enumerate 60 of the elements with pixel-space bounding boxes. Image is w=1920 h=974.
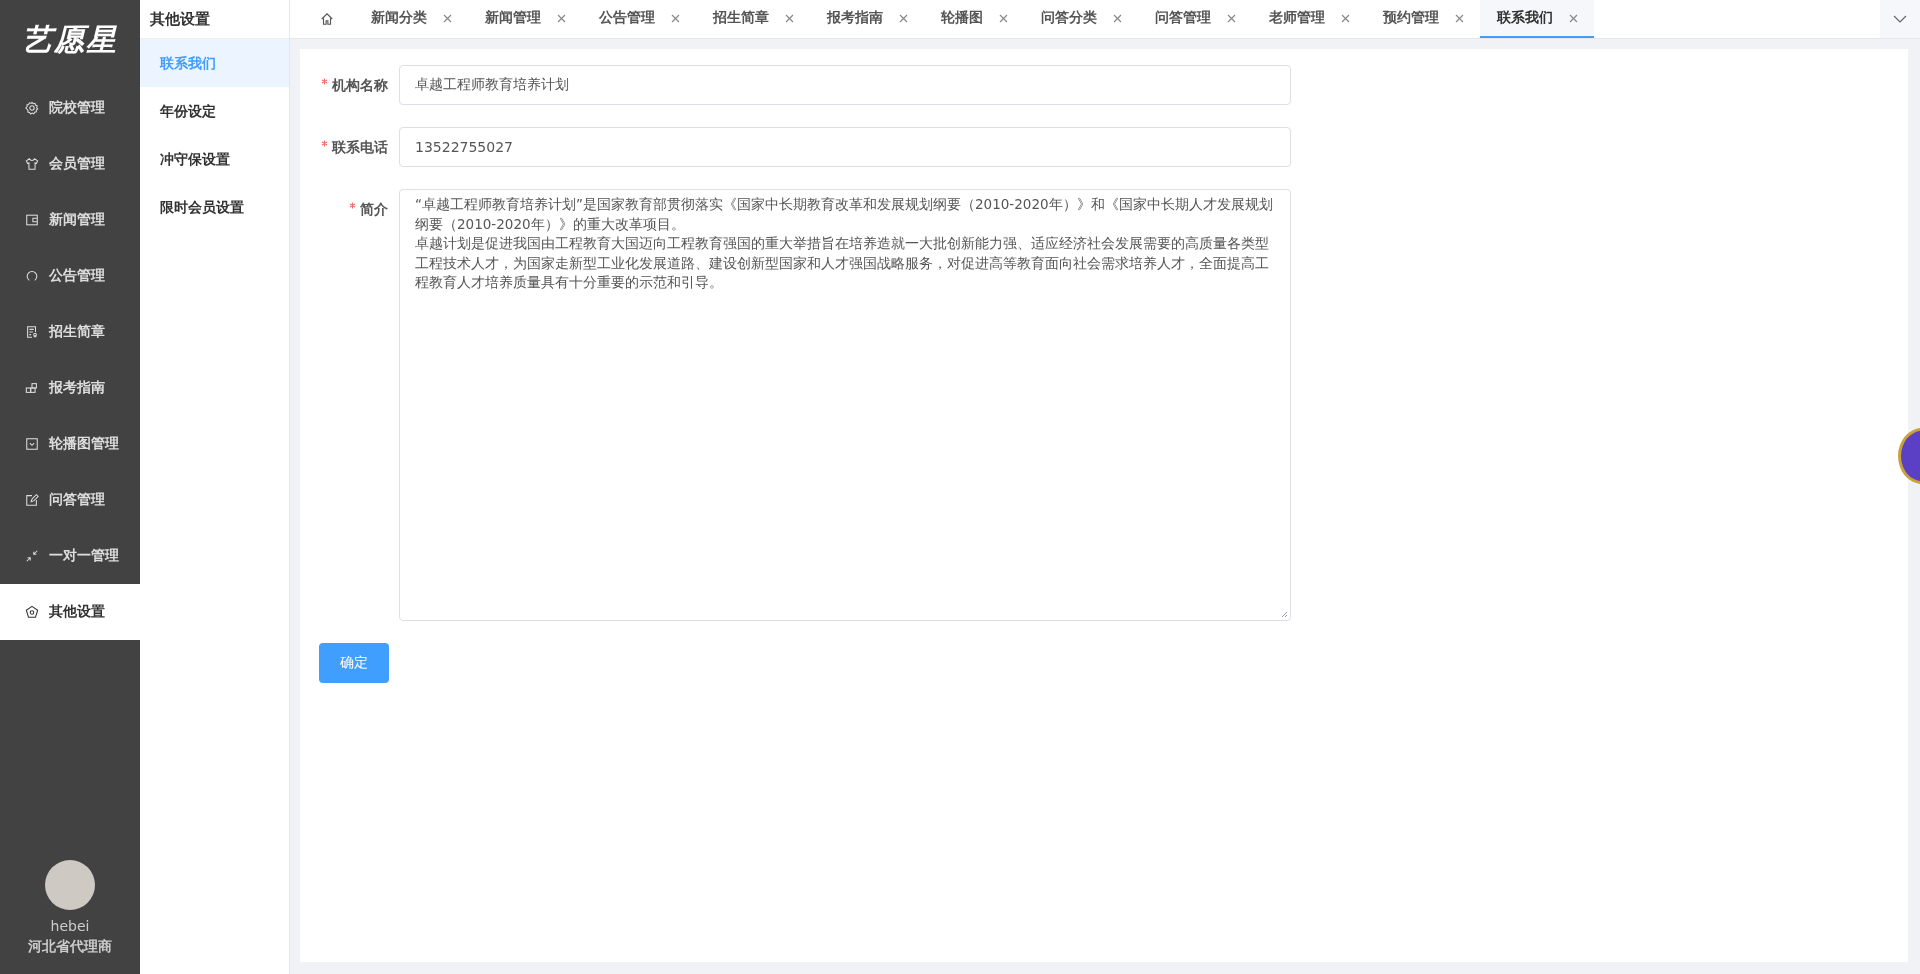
tab[interactable]: 新闻管理: [468, 0, 582, 38]
close-icon[interactable]: [999, 13, 1008, 23]
sidebar-item[interactable]: 报考指南: [0, 360, 140, 416]
user-role: 河北省代理商: [28, 938, 112, 956]
shirt-icon: [25, 157, 39, 171]
close-icon[interactable]: [785, 13, 794, 23]
text-field[interactable]: 卓越工程师教育培养计划: [399, 65, 1291, 105]
chevron-down-icon: [1893, 15, 1907, 23]
sidebar-item[interactable]: 一对一管理: [0, 528, 140, 584]
tab[interactable]: 轮播图: [924, 0, 1024, 38]
close-icon[interactable]: [443, 13, 452, 23]
checkbox-icon: [25, 437, 39, 451]
submenu-item[interactable]: 年份设定: [140, 87, 289, 135]
sidebar-item[interactable]: 问答管理: [0, 472, 140, 528]
tab[interactable]: 招生简章: [696, 0, 810, 38]
tab[interactable]: 问答分类: [1024, 0, 1138, 38]
tab[interactable]: 报考指南: [810, 0, 924, 38]
sidebar-item[interactable]: 招生简章: [0, 304, 140, 360]
close-icon[interactable]: [1569, 13, 1578, 23]
required-asterisk-icon: [321, 139, 328, 147]
close-icon[interactable]: [557, 13, 566, 23]
field-label: 联系电话: [300, 127, 399, 167]
puzzle-icon: [25, 381, 39, 395]
gear-icon: [25, 101, 39, 115]
sidebar-item[interactable]: 其他设置: [0, 584, 140, 640]
close-icon[interactable]: [899, 13, 908, 23]
tab[interactable]: 老师管理: [1252, 0, 1366, 38]
document-icon: [25, 325, 39, 339]
sidebar-item[interactable]: 公告管理: [0, 248, 140, 304]
required-asterisk-icon: [321, 77, 328, 85]
pentagon-icon: [25, 605, 39, 619]
avatar[interactable]: [45, 860, 95, 910]
close-icon[interactable]: [1227, 13, 1236, 23]
logo: 艺愿星: [21, 20, 119, 59]
description-textarea[interactable]: “卓越工程师教育培养计划”是国家教育部贯彻落实《国家中长期教育改革和发展规划纲要（2010-2020年）》和《国家中长期人才发展规划纲要（2010-2020年）》的重大改革项目。 卓越计划是促进我国由工程教育大国迈向工程教育强国的重大举措旨在培养造就一大批创新能力强、适应经济社会发展需要的高质量各类型工程技术人才，为国家走新型工业化发展道路、建设创新型国家和人才强国战略服务，对促进高等教育面向社会需求培养人才，全面提高工程教育人才培养质量具有十分重要的示范和引导。: [399, 189, 1291, 621]
close-icon[interactable]: [1113, 13, 1122, 23]
submenu-item[interactable]: 限时会员设置: [140, 183, 289, 231]
home-icon[interactable]: [320, 12, 334, 26]
tab[interactable]: 联系我们: [1480, 0, 1594, 38]
tab[interactable]: 新闻分类: [354, 0, 468, 38]
close-icon[interactable]: [1341, 13, 1350, 23]
submenu-item[interactable]: 冲守保设置: [140, 135, 289, 183]
user-name: hebei: [50, 918, 90, 934]
field-label: 机构名称: [300, 65, 399, 105]
tab[interactable]: 预约管理: [1366, 0, 1480, 38]
compress-arrows-icon: [25, 549, 39, 563]
edit-icon: [25, 493, 39, 507]
resize-handle-icon[interactable]: [1281, 611, 1288, 618]
required-asterisk-icon: [349, 201, 356, 209]
close-icon[interactable]: [1455, 13, 1464, 23]
sidebar-item[interactable]: 轮播图管理: [0, 416, 140, 472]
tab[interactable]: 公告管理: [582, 0, 696, 38]
text-field[interactable]: 13522755027: [399, 127, 1291, 167]
sidebar-item[interactable]: 院校管理: [0, 80, 140, 136]
sidebar-item[interactable]: 会员管理: [0, 136, 140, 192]
sidebar-item[interactable]: 新闻管理: [0, 192, 140, 248]
wallet-icon: [25, 213, 39, 227]
close-icon[interactable]: [671, 13, 680, 23]
field-label: 简介: [300, 189, 399, 229]
tab[interactable]: 问答管理: [1138, 0, 1252, 38]
